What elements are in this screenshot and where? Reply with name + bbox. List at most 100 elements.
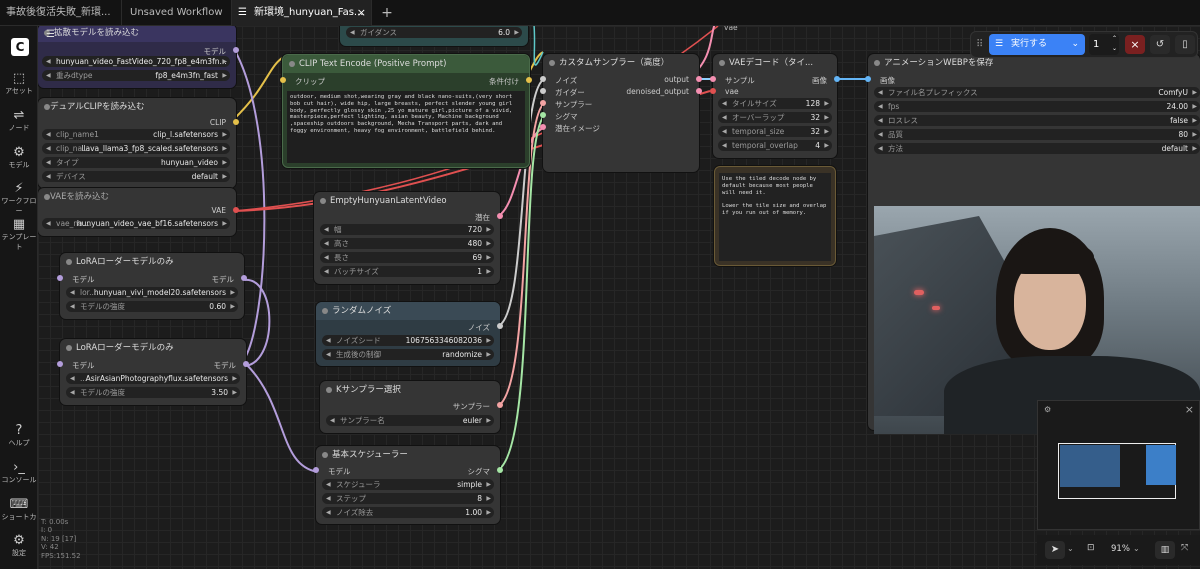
add-tab-button[interactable]: + [378, 0, 396, 26]
widget-overlap[interactable]: オーバーラップ 32 [718, 112, 832, 123]
input-socket[interactable] [865, 76, 871, 82]
node-canvas[interactable]: 拡散モデルを読み込む ☰ モデル hunyuan_video_FastVideo… [38, 26, 1200, 569]
widget-tile-size[interactable]: タイルサイズ 128 [718, 98, 832, 109]
output-socket[interactable] [497, 402, 503, 408]
node-ksampler-select[interactable]: Kサンプラー選択 サンプラー サンプラー名 euler [320, 381, 503, 433]
widget-noise-seed[interactable]: ノイズシード 1067563346082036 [322, 335, 494, 346]
fit-view-icon[interactable]: ⊡ [1087, 543, 1095, 553]
widget-guidance[interactable]: ガイダンス 6.0 [346, 27, 522, 38]
input-socket[interactable] [540, 76, 546, 82]
node-basic-scheduler[interactable]: 基本スケジューラー モデル シグマ スケジューラ simple ステップ 8 ノイズ… [313, 446, 503, 524]
tab-active-workflow[interactable]: ☰ 新環境_hunyuan_Fas... × [232, 0, 372, 26]
input-socket[interactable] [540, 124, 546, 130]
sidebar-item-console[interactable]: ›_ コンソール [0, 461, 38, 485]
node-vae-loader[interactable]: VAEを読み込む VAE vae_na...hunyuan_video_vae_… [38, 188, 239, 236]
output-socket[interactable] [243, 361, 249, 367]
run-button[interactable]: ☰ 実行する ⌄ [989, 34, 1085, 55]
widget-device[interactable]: デバイス default [42, 171, 230, 182]
input-socket[interactable] [57, 361, 63, 367]
cancel-button[interactable]: × [1125, 35, 1145, 54]
widget-sampler-name[interactable]: サンプラー名 euler [326, 415, 494, 426]
widget-fps[interactable]: fps 24.00 [874, 101, 1200, 112]
widget-height[interactable]: 高さ 480 [320, 238, 494, 249]
widget-strength[interactable]: モデルの強度 0.60 [66, 301, 238, 312]
input-socket[interactable] [540, 112, 546, 118]
minimap-toggle-icon[interactable]: ▥ [1155, 541, 1175, 559]
settings-icon[interactable]: ⚙ [1044, 405, 1051, 414]
widget-steps[interactable]: ステップ 8 [322, 493, 494, 504]
widget-unet-name[interactable]: hunyuan_video_FastVideo_720_fp8_e4m3fn..… [42, 56, 230, 67]
tab-unsaved-workflow[interactable]: Unsaved Workflow [122, 0, 232, 26]
widget-control-after-generate[interactable]: 生成後の制御 randomize [322, 349, 494, 360]
node-flux-guidance[interactable]: ガイダンス 6.0 [340, 26, 528, 46]
close-icon[interactable]: × [1185, 403, 1194, 416]
node-note[interactable]: Use the tiled decode node by default bec… [714, 166, 836, 266]
widget-filename-prefix[interactable]: ファイル名プレフィックス ComfyU [874, 87, 1200, 98]
widget-temporal-overlap[interactable]: temporal_overlap 4 [718, 140, 832, 151]
widget-quality[interactable]: 品質 80 [874, 129, 1200, 140]
output-socket[interactable] [497, 213, 503, 219]
widget-length[interactable]: 長さ 69 [320, 252, 494, 263]
output-socket[interactable] [526, 77, 532, 83]
node-custom-sampler-advanced[interactable]: カスタムサンプラー（高度） ノイズ ガイダー サンプラー シグマ 潜在イメージ … [540, 54, 702, 172]
prompt-textarea[interactable]: outdoor, medium shot,wearing gray and bl… [287, 91, 525, 163]
history-button[interactable]: ↺ [1150, 35, 1170, 54]
widget-lora-name[interactable]: lor...hunyuan_vivi_model20.safetensors [66, 287, 238, 298]
panel-toggle-button[interactable]: ▯ [1175, 35, 1195, 54]
output-socket[interactable] [497, 323, 503, 329]
batch-count-input[interactable]: 1 ⌃ ⌄ [1089, 34, 1119, 55]
widget-temporal-size[interactable]: temporal_size 32 [718, 126, 832, 137]
node-dual-clip-loader[interactable]: デュアルCLIPを読み込む CLIP clip_name1 clip_l.safe… [38, 98, 239, 188]
menu-icon[interactable]: ☰ [46, 29, 55, 40]
output-socket[interactable] [233, 47, 239, 53]
node-lora-loader-1[interactable]: LoRAローダーモデルのみ モデル モデル lor...hunyuan_vivi… [57, 253, 247, 319]
chevron-down-icon[interactable]: ⌄ [1071, 34, 1079, 55]
input-socket[interactable] [57, 275, 63, 281]
chevron-down-icon[interactable]: ⌄ [1133, 544, 1140, 553]
widget-strength[interactable]: モデルの強度 3.50 [66, 387, 240, 398]
stepper-icon[interactable]: ⌃ ⌄ [1112, 34, 1117, 54]
node-empty-latent-video[interactable]: EmptyHunyuanLatentVideo 潜在 幅 720 高さ 480 長さ… [314, 192, 503, 284]
output-socket[interactable] [834, 76, 840, 82]
input-socket[interactable] [280, 77, 286, 83]
drag-handle-icon[interactable]: ⠿ [976, 39, 983, 50]
input-socket[interactable] [540, 88, 546, 94]
widget-lossless[interactable]: ロスレス false [874, 115, 1200, 126]
widget-scheduler[interactable]: スケジューラ simple [322, 479, 494, 490]
output-socket[interactable] [233, 119, 239, 125]
note-text[interactable]: Use the tiled decode node by default bec… [719, 173, 831, 261]
node-vae-decode-tiled[interactable]: VAEデコード（タイ... サンプル vae 画像 タイルサイズ 128 オーバー… [710, 54, 840, 158]
node-clip-text-encode[interactable]: CLIP Text Encode (Positive Prompt) クリップ … [280, 54, 532, 168]
sidebar-item-shortcuts[interactable]: ⌨ ショートカ [0, 498, 38, 522]
widget-type[interactable]: タイプ hunyuan_video [42, 157, 230, 168]
output-socket[interactable] [696, 76, 702, 82]
sidebar-item-templates[interactable]: ▦ テンプレート [0, 218, 38, 252]
input-socket[interactable] [540, 100, 546, 106]
widget-method[interactable]: 方法 default [874, 143, 1200, 154]
input-socket[interactable] [710, 76, 716, 82]
widget-vae-name[interactable]: vae_na...hunyuan_video_vae_bf16.safetens… [42, 218, 230, 229]
output-socket[interactable] [233, 207, 239, 213]
zoom-level[interactable]: 91% [1111, 544, 1130, 554]
output-socket[interactable] [696, 88, 702, 94]
pointer-icon[interactable]: ➤ [1045, 541, 1065, 559]
sidebar-item-settings[interactable]: ⚙ 設定 [0, 534, 38, 558]
sidebar-item-models[interactable]: ⚙ モデル [0, 146, 38, 170]
link-visibility-icon[interactable]: ⤧ [1181, 543, 1188, 553]
close-icon[interactable]: × [357, 0, 366, 26]
sidebar-item-assets[interactable]: ⬚ アセット [0, 72, 38, 96]
node-diffusion-model-loader[interactable]: 拡散モデルを読み込む ☰ モデル hunyuan_video_FastVideo… [38, 26, 239, 88]
widget-width[interactable]: 幅 720 [320, 224, 494, 235]
node-random-noise[interactable]: ランダムノイズ ノイズ ノイズシード 1067563346082036 生成後の制… [316, 302, 503, 366]
sidebar-item-workflows[interactable]: ⚡ ワークフロー [0, 182, 38, 216]
input-socket[interactable] [710, 88, 716, 94]
widget-weight-dtype[interactable]: 重みdtype fp8_e4m3fn_fast [42, 70, 230, 81]
output-socket[interactable] [241, 275, 247, 281]
sidebar-item-nodes[interactable]: ⇌ ノード [0, 109, 38, 133]
node-save-animated-webp[interactable]: アニメーションWEBPを保存 画像 ファイル名プレフィックスComfyU fps… [865, 54, 1200, 434]
widget-batch-size[interactable]: バッチサイズ 1 [320, 266, 494, 277]
sidebar-item-help[interactable]: ? ヘルプ [0, 424, 38, 448]
widget-clip-name2[interactable]: clip_na...llava_llama3_fp8_scaled.safete… [42, 143, 230, 154]
input-socket[interactable] [313, 467, 319, 473]
chevron-down-icon[interactable]: ⌄ [1067, 544, 1074, 553]
